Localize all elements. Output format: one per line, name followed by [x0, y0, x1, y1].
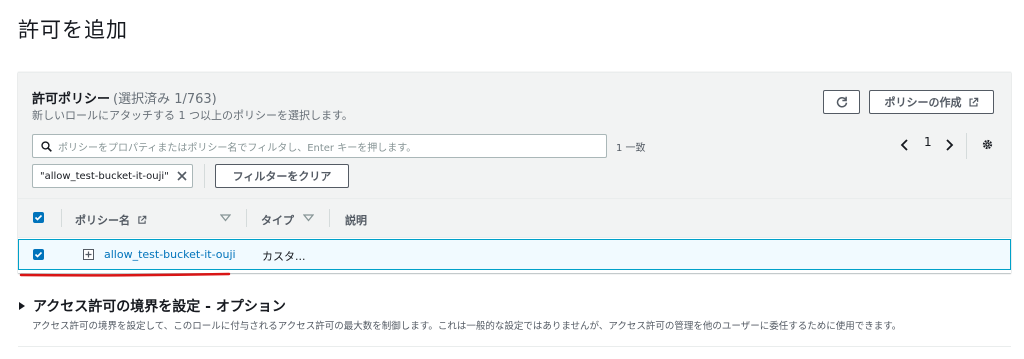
- create-policy-button[interactable]: ポリシーの作成: [869, 90, 994, 114]
- column-name-label: ポリシー名: [75, 214, 130, 227]
- policies-panel: 許可ポリシー (選択済み 1/763) 新しいロールにアタッチする 1 つ以上のポ…: [18, 72, 1011, 273]
- table-row[interactable]: allow_test-bucket-it-ouji カスタ...: [18, 239, 1011, 270]
- select-all-checkbox[interactable]: [33, 212, 44, 223]
- annotation-underline: [19, 272, 231, 277]
- page-number[interactable]: 1: [924, 135, 932, 149]
- selected-count: (選択済み 1/763): [113, 92, 217, 107]
- column-header-description: 説明: [345, 214, 367, 227]
- search-placeholder: ポリシーをプロパティまたはポリシー名でフィルタし、Enter キーを押します。: [58, 142, 417, 154]
- close-icon[interactable]: [177, 171, 187, 181]
- caret-right-icon: [19, 302, 25, 310]
- boundary-section-description: アクセス許可の境界を設定して、このロールに付与されるアクセス許可の最大数を制御し…: [32, 321, 902, 332]
- check-icon: [34, 214, 43, 221]
- panel-title-text: 許可ポリシー: [32, 92, 111, 107]
- sort-icon[interactable]: [303, 214, 314, 222]
- create-policy-label: ポリシーの作成: [884, 96, 962, 109]
- boundary-section-title: アクセス許可の境界を設定 - オプション: [33, 299, 286, 315]
- divider: [18, 346, 1011, 347]
- panel-title: 許可ポリシー (選択済み 1/763): [32, 88, 217, 107]
- panel-header: 許可ポリシー (選択済み 1/763) 新しいロールにアタッチする 1 つ以上のポ…: [18, 73, 1011, 198]
- external-link-icon: [138, 215, 147, 224]
- refresh-icon: [836, 96, 847, 108]
- external-link-icon: [968, 97, 978, 107]
- filter-token: "allow_test-bucket-it-ouji": [32, 164, 193, 188]
- table-header: ポリシー名 タイプ 説明: [18, 198, 1011, 238]
- gear-icon[interactable]: [981, 138, 994, 151]
- check-icon: [34, 251, 43, 258]
- page-title: 許可を追加: [18, 18, 128, 42]
- policy-name-link[interactable]: allow_test-bucket-it-ouji: [104, 248, 236, 261]
- column-header-name[interactable]: ポリシー名: [75, 212, 147, 228]
- pager-divider: [966, 133, 967, 159]
- search-icon: [41, 140, 52, 152]
- column-divider: [329, 209, 330, 227]
- sort-icon[interactable]: [220, 214, 231, 222]
- chevron-left-icon[interactable]: [900, 139, 910, 151]
- column-header-type[interactable]: タイプ: [261, 212, 294, 228]
- match-count: 1 一致: [616, 143, 646, 154]
- expand-icon[interactable]: [83, 249, 94, 260]
- column-divider: [246, 209, 247, 227]
- column-divider: [61, 209, 62, 227]
- boundary-section-toggle[interactable]: アクセス許可の境界を設定 - オプション: [18, 296, 286, 316]
- panel-description: 新しいロールにアタッチする 1 つ以上のポリシーを選択します。: [32, 109, 353, 122]
- filter-token-label: "allow_test-bucket-it-ouji": [40, 170, 169, 182]
- chevron-right-icon[interactable]: [944, 139, 954, 151]
- clear-filters-button[interactable]: フィルターをクリア: [215, 164, 349, 188]
- policy-type: カスタ...: [262, 250, 306, 263]
- search-input[interactable]: ポリシーをプロパティまたはポリシー名でフィルタし、Enter キーを押します。: [32, 134, 607, 158]
- token-divider: [204, 164, 205, 188]
- refresh-button[interactable]: [823, 90, 860, 114]
- row-checkbox[interactable]: [33, 249, 44, 260]
